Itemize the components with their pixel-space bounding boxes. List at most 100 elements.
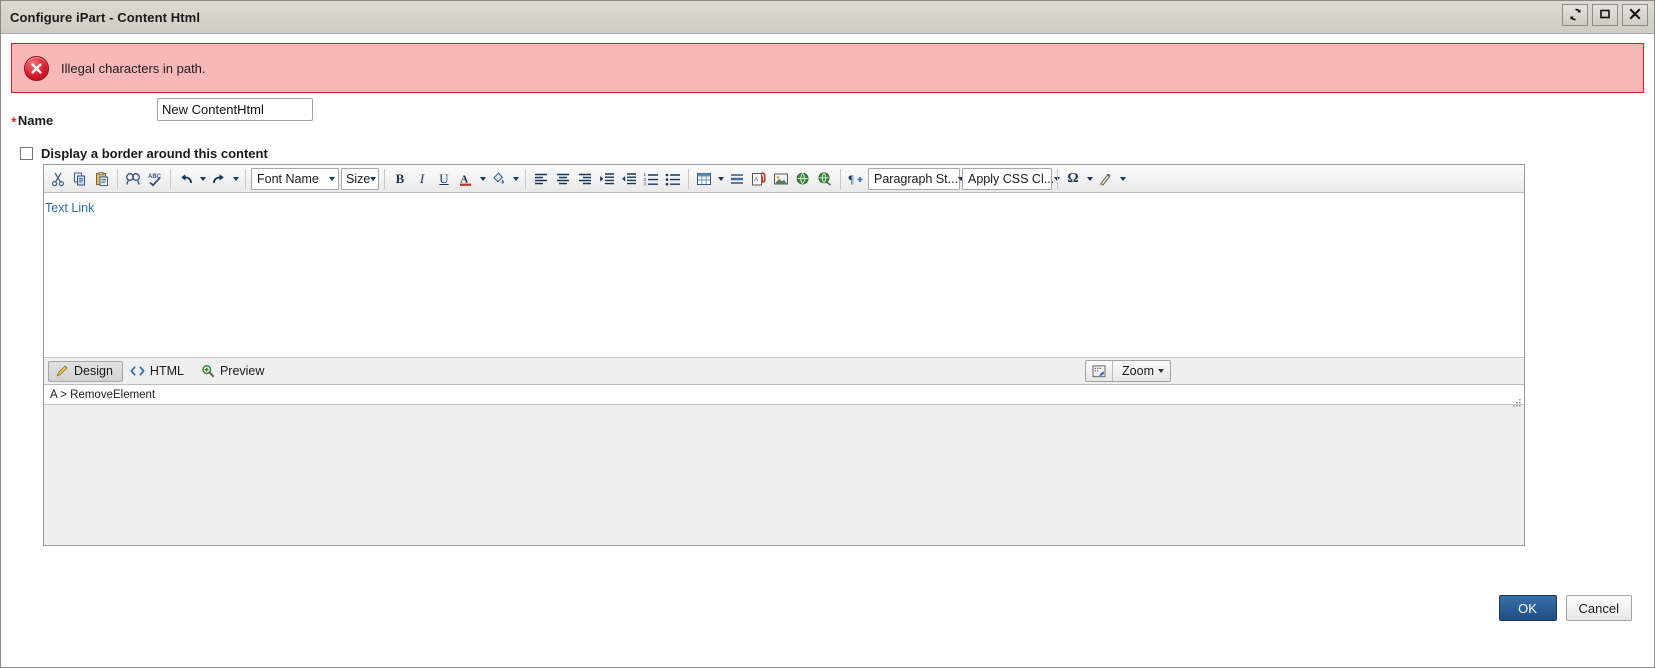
name-input[interactable]: [157, 98, 313, 121]
insert-hyperlink-icon[interactable]: [792, 168, 814, 190]
redo-icon[interactable]: [208, 168, 230, 190]
window-title: Configure iPart - Content Html: [10, 9, 201, 25]
maximize-icon: [1599, 8, 1611, 23]
zoom-control: Zoom: [1085, 360, 1171, 382]
close-button[interactable]: [1622, 4, 1648, 26]
svg-text:3: 3: [644, 181, 647, 186]
align-center-icon[interactable]: [552, 168, 574, 190]
toolbar-separator: [1057, 168, 1058, 189]
magnifier-plus-icon: [201, 364, 215, 378]
italic-glyph: I: [419, 170, 425, 186]
html-editor: ABC Font Name Size B I U A 1 2 3 A ¶ Par…: [43, 164, 1525, 546]
spellcheck-icon[interactable]: ABC: [144, 168, 166, 190]
special-character-dropdown-caret[interactable]: [1084, 168, 1095, 190]
apply-css-class-dropdown[interactable]: Apply CSS Cl...: [962, 167, 1061, 190]
error-circle-x-icon: [24, 55, 49, 81]
format-painter-dropdown-caret[interactable]: [1117, 168, 1128, 190]
paragraph-style-label: Paragraph St...: [874, 171, 959, 186]
name-label: Name: [17, 112, 54, 128]
editor-mode-tabs: Design HTML Preview Zoom: [44, 358, 1524, 385]
find-icon[interactable]: [122, 168, 144, 190]
resize-grip-icon[interactable]: [1512, 395, 1522, 407]
zoom-label: Zoom: [1122, 364, 1154, 378]
toolbar-separator: [525, 168, 526, 189]
code-brackets-icon: [130, 364, 145, 378]
bullet-list-icon[interactable]: [662, 168, 684, 190]
pencil-icon: [55, 364, 69, 378]
toolbar-group-history: [175, 167, 241, 191]
chevron-down-icon: [329, 176, 335, 181]
cut-icon[interactable]: [47, 168, 69, 190]
toolbar-group-lists: 1 2 3: [640, 167, 684, 191]
toolbar-separator: [245, 168, 246, 189]
insert-table-dropdown-caret[interactable]: [715, 168, 726, 190]
underline-icon[interactable]: U: [433, 168, 455, 190]
svg-text:¶: ¶: [849, 172, 855, 186]
toolbar-separator: [384, 168, 385, 189]
zoom-select-icon[interactable]: [1086, 361, 1114, 381]
configure-ipart-dialog: Configure iPart - Content Html Illegal c…: [0, 0, 1655, 668]
align-left-icon[interactable]: [530, 168, 552, 190]
align-right-icon[interactable]: [574, 168, 596, 190]
outdent-icon[interactable]: [618, 168, 640, 190]
toolbar-group-format: B I U: [389, 167, 455, 191]
element-path-text[interactable]: A > RemoveElement: [50, 389, 155, 401]
editor-footer-area: [44, 399, 1524, 545]
highlight-color-icon[interactable]: [488, 168, 510, 190]
tab-preview[interactable]: Preview: [194, 361, 274, 382]
copy-icon[interactable]: [69, 168, 91, 190]
window-controls: [1562, 4, 1648, 26]
toolbar-group-symbol: Ω: [1062, 167, 1128, 191]
display-border-label: Display a border around this content: [41, 146, 268, 161]
content-text-link[interactable]: Text Link: [45, 201, 94, 215]
cancel-button[interactable]: Cancel: [1565, 595, 1632, 621]
toolbar-separator: [688, 168, 689, 189]
title-bar: Configure iPart - Content Html: [1, 1, 1654, 34]
svg-text:A: A: [754, 177, 759, 183]
italic-icon[interactable]: I: [411, 168, 433, 190]
toolbar-separator: [840, 168, 841, 189]
indent-icon[interactable]: [596, 168, 618, 190]
display-border-checkbox[interactable]: [20, 147, 33, 160]
toolbar-group-color: A: [455, 167, 521, 191]
toolbar-group-clipboard: [47, 167, 113, 191]
horizontal-rule-icon[interactable]: [726, 168, 748, 190]
insert-image-icon[interactable]: [770, 168, 792, 190]
tab-design[interactable]: Design: [48, 360, 123, 382]
tab-design-label: Design: [74, 364, 113, 378]
redo-dropdown-caret[interactable]: [230, 168, 241, 190]
bold-icon[interactable]: B: [389, 168, 411, 190]
highlight-color-dropdown-caret[interactable]: [510, 168, 521, 190]
zoom-dropdown[interactable]: Zoom: [1113, 361, 1170, 381]
special-character-icon[interactable]: Ω: [1062, 168, 1084, 190]
chevron-down-icon: [370, 176, 377, 181]
editor-content-area[interactable]: Text Link: [44, 193, 1524, 358]
numbered-list-icon[interactable]: 1 2 3: [640, 168, 662, 190]
format-painter-icon[interactable]: [1095, 168, 1117, 190]
undo-dropdown-caret[interactable]: [197, 168, 208, 190]
error-message: Illegal characters in path.: [61, 60, 206, 76]
insert-table-icon[interactable]: [693, 168, 715, 190]
insert-document-icon[interactable]: A: [748, 168, 770, 190]
error-banner: Illegal characters in path.: [11, 43, 1644, 93]
dialog-footer: OK Cancel: [1498, 595, 1632, 621]
remove-hyperlink-icon[interactable]: [814, 168, 836, 190]
font-name-dropdown[interactable]: Font Name: [251, 167, 339, 190]
font-size-dropdown[interactable]: Size: [341, 167, 379, 190]
required-marker: *: [11, 113, 17, 131]
refresh-button[interactable]: [1562, 4, 1588, 26]
undo-icon[interactable]: [175, 168, 197, 190]
paste-icon[interactable]: [91, 168, 113, 190]
tab-html-label: HTML: [149, 364, 184, 378]
paragraph-mark-add-icon[interactable]: ¶: [845, 168, 867, 190]
refresh-icon: [1569, 8, 1582, 23]
close-icon: [1629, 8, 1641, 22]
toolbar-separator: [170, 168, 171, 189]
toolbar-group-indent: [596, 167, 640, 191]
font-color-dropdown-caret[interactable]: [477, 168, 488, 190]
paragraph-style-dropdown[interactable]: Paragraph St...: [868, 167, 965, 190]
maximize-button[interactable]: [1592, 4, 1618, 26]
font-color-icon[interactable]: A: [455, 168, 477, 190]
tab-html[interactable]: HTML: [123, 361, 194, 382]
ok-button[interactable]: OK: [1498, 595, 1557, 621]
